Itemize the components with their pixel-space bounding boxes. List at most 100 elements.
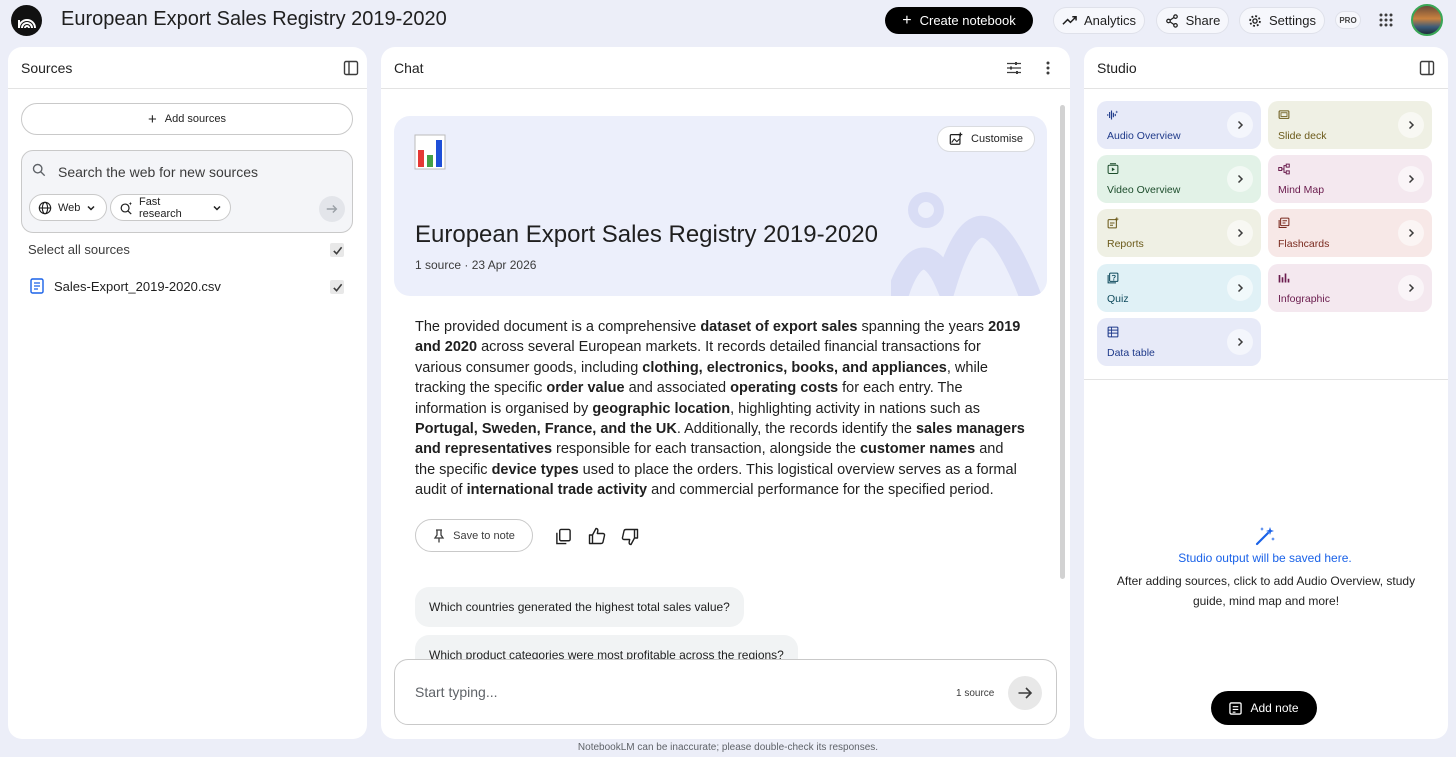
studio-tile-label: Flashcards xyxy=(1278,238,1330,250)
chat-header: Chat xyxy=(381,47,1070,89)
note-icon xyxy=(1229,701,1243,715)
search-icon xyxy=(32,163,46,177)
research-mode-dropdown[interactable]: Fast research xyxy=(110,194,231,221)
summary-highlight: operating costs xyxy=(730,380,839,397)
chat-title: Chat xyxy=(394,60,424,76)
summary-text: and associated xyxy=(624,380,731,397)
globe-icon xyxy=(38,201,52,214)
summary-text: , highlighting activity in nations such … xyxy=(730,400,980,417)
save-to-note-label: Save to note xyxy=(453,529,515,542)
web-search-input[interactable] xyxy=(58,160,338,184)
sources-title: Sources xyxy=(21,60,73,76)
copy-icon[interactable] xyxy=(553,526,573,546)
studio-tile-video-overview[interactable]: Video Overview xyxy=(1097,155,1261,203)
plus-icon: + xyxy=(148,110,157,128)
collapse-panel-icon[interactable] xyxy=(1417,58,1437,78)
add-sources-button[interactable]: + Add sources xyxy=(21,103,353,135)
studio-tile-label: Slide deck xyxy=(1278,130,1327,142)
video-icon xyxy=(1107,163,1119,175)
collapse-panel-icon[interactable] xyxy=(341,58,361,78)
share-button[interactable]: Share xyxy=(1156,7,1229,34)
reports-icon xyxy=(1107,217,1119,229)
more-vert-icon[interactable] xyxy=(1038,58,1058,78)
studio-tile-quiz[interactable]: Quiz xyxy=(1097,264,1261,312)
studio-tile-infographic[interactable]: Infographic xyxy=(1268,264,1432,312)
analytics-button[interactable]: Analytics xyxy=(1053,7,1145,34)
source-name: Sales-Export_2019-2020.csv xyxy=(54,278,221,294)
create-notebook-button[interactable]: + Create notebook xyxy=(885,7,1033,34)
create-notebook-label: Create notebook xyxy=(919,13,1016,28)
infographic-icon xyxy=(1278,273,1290,283)
studio-tile-label: Audio Overview xyxy=(1107,130,1181,142)
studio-tile-label: Video Overview xyxy=(1107,184,1181,196)
hero-meta: 1 source · 23 Apr 2026 xyxy=(415,258,537,272)
chevron-right-icon[interactable] xyxy=(1398,220,1424,246)
top-bar: European Export Sales Registry 2019-2020… xyxy=(0,0,1456,42)
datatable-icon xyxy=(1107,326,1119,338)
apps-grid-icon[interactable] xyxy=(1379,13,1393,27)
summary-text: spanning the years xyxy=(857,319,989,335)
web-source-dropdown[interactable]: Web xyxy=(29,194,107,221)
save-to-note-button[interactable]: Save to note xyxy=(415,519,533,552)
mindmap-icon xyxy=(1278,163,1290,175)
thumbs-down-icon[interactable] xyxy=(620,527,640,547)
chat-scrollbar[interactable] xyxy=(1060,105,1065,579)
notebook-title[interactable]: European Export Sales Registry 2019-2020 xyxy=(61,8,447,31)
disclaimer-footer: NotebookLM can be inaccurate; please dou… xyxy=(577,742,879,753)
chevron-down-icon xyxy=(87,205,95,211)
summary-text: . Additionally, the records identify the xyxy=(676,421,916,438)
suggested-question[interactable]: Which countries generated the highest to… xyxy=(415,587,744,627)
settings-label: Settings xyxy=(1269,13,1316,28)
studio-tile-label: Data table xyxy=(1107,347,1155,359)
studio-panel: Studio Audio Overview Slide deck Video Ove… xyxy=(1084,47,1448,739)
pin-icon xyxy=(433,528,445,542)
select-all-checkbox[interactable] xyxy=(330,243,344,257)
customise-button[interactable]: Customise xyxy=(937,126,1035,152)
chevron-right-icon[interactable] xyxy=(1398,166,1424,192)
studio-tile-label: Mind Map xyxy=(1278,184,1325,196)
studio-tile-slide-deck[interactable]: Slide deck xyxy=(1268,101,1432,149)
notebooklm-logo-icon[interactable] xyxy=(11,5,42,36)
summary-highlight: Portugal, Sweden, France, and the UK xyxy=(415,421,677,438)
settings-button[interactable]: Settings xyxy=(1239,7,1325,34)
summary-highlight: international trade activity xyxy=(466,482,648,499)
sources-panel: Sources + Add sources Web Fast research … xyxy=(8,47,367,739)
source-item[interactable]: Sales-Export_2019-2020.csv xyxy=(30,278,221,294)
studio-header: Studio xyxy=(1084,47,1448,89)
notebook-hero-card: Customise European Export Sales Registry… xyxy=(394,116,1047,296)
chevron-right-icon[interactable] xyxy=(1227,166,1253,192)
studio-tile-data-table[interactable]: Data table xyxy=(1097,318,1261,366)
search-submit-button[interactable] xyxy=(319,196,345,222)
chat-composer: 1 source xyxy=(394,659,1057,725)
chevron-right-icon[interactable] xyxy=(1227,275,1253,301)
source-checkbox[interactable] xyxy=(330,280,344,294)
studio-tile-mind-map[interactable]: Mind Map xyxy=(1268,155,1432,203)
chevron-right-icon[interactable] xyxy=(1227,329,1253,355)
notebook-summary: The provided document is a comprehensive… xyxy=(415,317,1025,501)
add-note-button[interactable]: Add note xyxy=(1211,691,1317,725)
chevron-right-icon[interactable] xyxy=(1398,112,1424,138)
web-search-box: Web Fast research xyxy=(21,150,353,233)
avatar[interactable] xyxy=(1411,4,1443,36)
studio-tile-reports[interactable]: Reports xyxy=(1097,209,1261,257)
suggested-question[interactable]: Which product categories were most profi… xyxy=(415,635,798,660)
summary-highlight: geographic location xyxy=(592,400,731,417)
studio-title: Studio xyxy=(1097,60,1137,76)
thumbs-up-icon[interactable] xyxy=(587,526,607,546)
chat-settings-icon[interactable] xyxy=(1004,58,1024,78)
select-all-label: Select all sources xyxy=(28,242,130,257)
sources-header: Sources xyxy=(8,47,367,89)
chevron-right-icon[interactable] xyxy=(1227,112,1253,138)
send-button[interactable] xyxy=(1008,676,1042,710)
chat-input[interactable] xyxy=(415,680,915,704)
arrow-right-icon xyxy=(326,205,338,213)
studio-tile-audio-overview[interactable]: Audio Overview xyxy=(1097,101,1261,149)
summary-highlight: device types xyxy=(491,461,579,478)
customise-label: Customise xyxy=(971,133,1023,145)
add-note-label: Add note xyxy=(1250,701,1299,715)
chevron-down-icon xyxy=(213,205,221,211)
summary-highlight: dataset of export sales xyxy=(700,319,858,335)
chevron-right-icon[interactable] xyxy=(1398,275,1424,301)
studio-tile-flashcards[interactable]: Flashcards xyxy=(1268,209,1432,257)
chevron-right-icon[interactable] xyxy=(1227,220,1253,246)
